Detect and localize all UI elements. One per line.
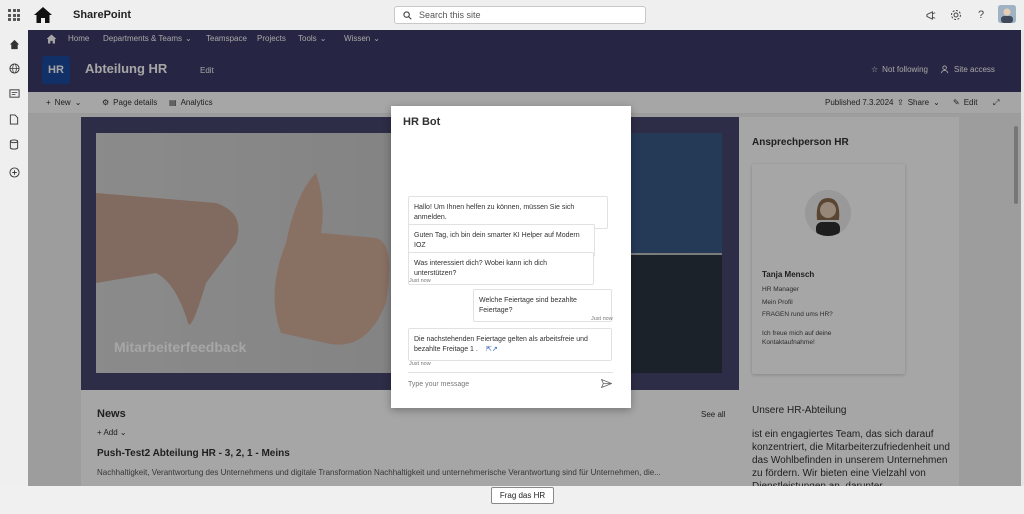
add-circle-icon[interactable] [7,165,21,179]
search-icon [403,10,412,20]
message-input-area [408,372,613,394]
hr-bot-dialog: HR Bot Hallo! Um Ihnen helfen zu können,… [391,106,631,408]
app-launcher-icon[interactable] [8,9,20,21]
search-box[interactable]: Search this site [394,6,646,24]
bot-message: Die nachstehenden Feiertage gelten als a… [408,328,612,361]
message-timestamp: Just now [591,316,613,322]
suite-bar: SharePoint Search this site ? [0,0,1024,30]
app-title[interactable]: SharePoint [73,9,131,21]
message-timestamp: Just now [409,278,431,284]
gear-icon[interactable] [948,7,964,23]
document-icon[interactable] [7,112,21,126]
app-rail [0,30,28,514]
bot-title: HR Bot [403,116,441,128]
frag-das-hr-button[interactable]: Frag das HR [491,487,554,504]
home-icon[interactable] [33,6,53,24]
search-placeholder: Search this site [419,10,481,20]
bot-message: Was interessiert dich? Wobei kann ich di… [408,252,594,285]
bottom-bar: Frag das HR [0,486,1024,514]
megaphone-icon[interactable] [923,7,939,23]
help-icon[interactable]: ? [973,7,989,23]
browser-window: SharePoint Search this site ? Home Depar… [0,0,1024,514]
send-icon[interactable] [601,379,612,388]
news-icon[interactable] [7,86,21,100]
message-input[interactable] [408,377,588,391]
database-icon[interactable] [7,137,21,151]
home-icon[interactable] [7,37,21,51]
external-link-icon[interactable]: ⇱↗ [486,345,498,355]
globe-icon[interactable] [7,61,21,75]
user-avatar[interactable] [998,5,1016,23]
message-timestamp: Just now [409,361,431,367]
